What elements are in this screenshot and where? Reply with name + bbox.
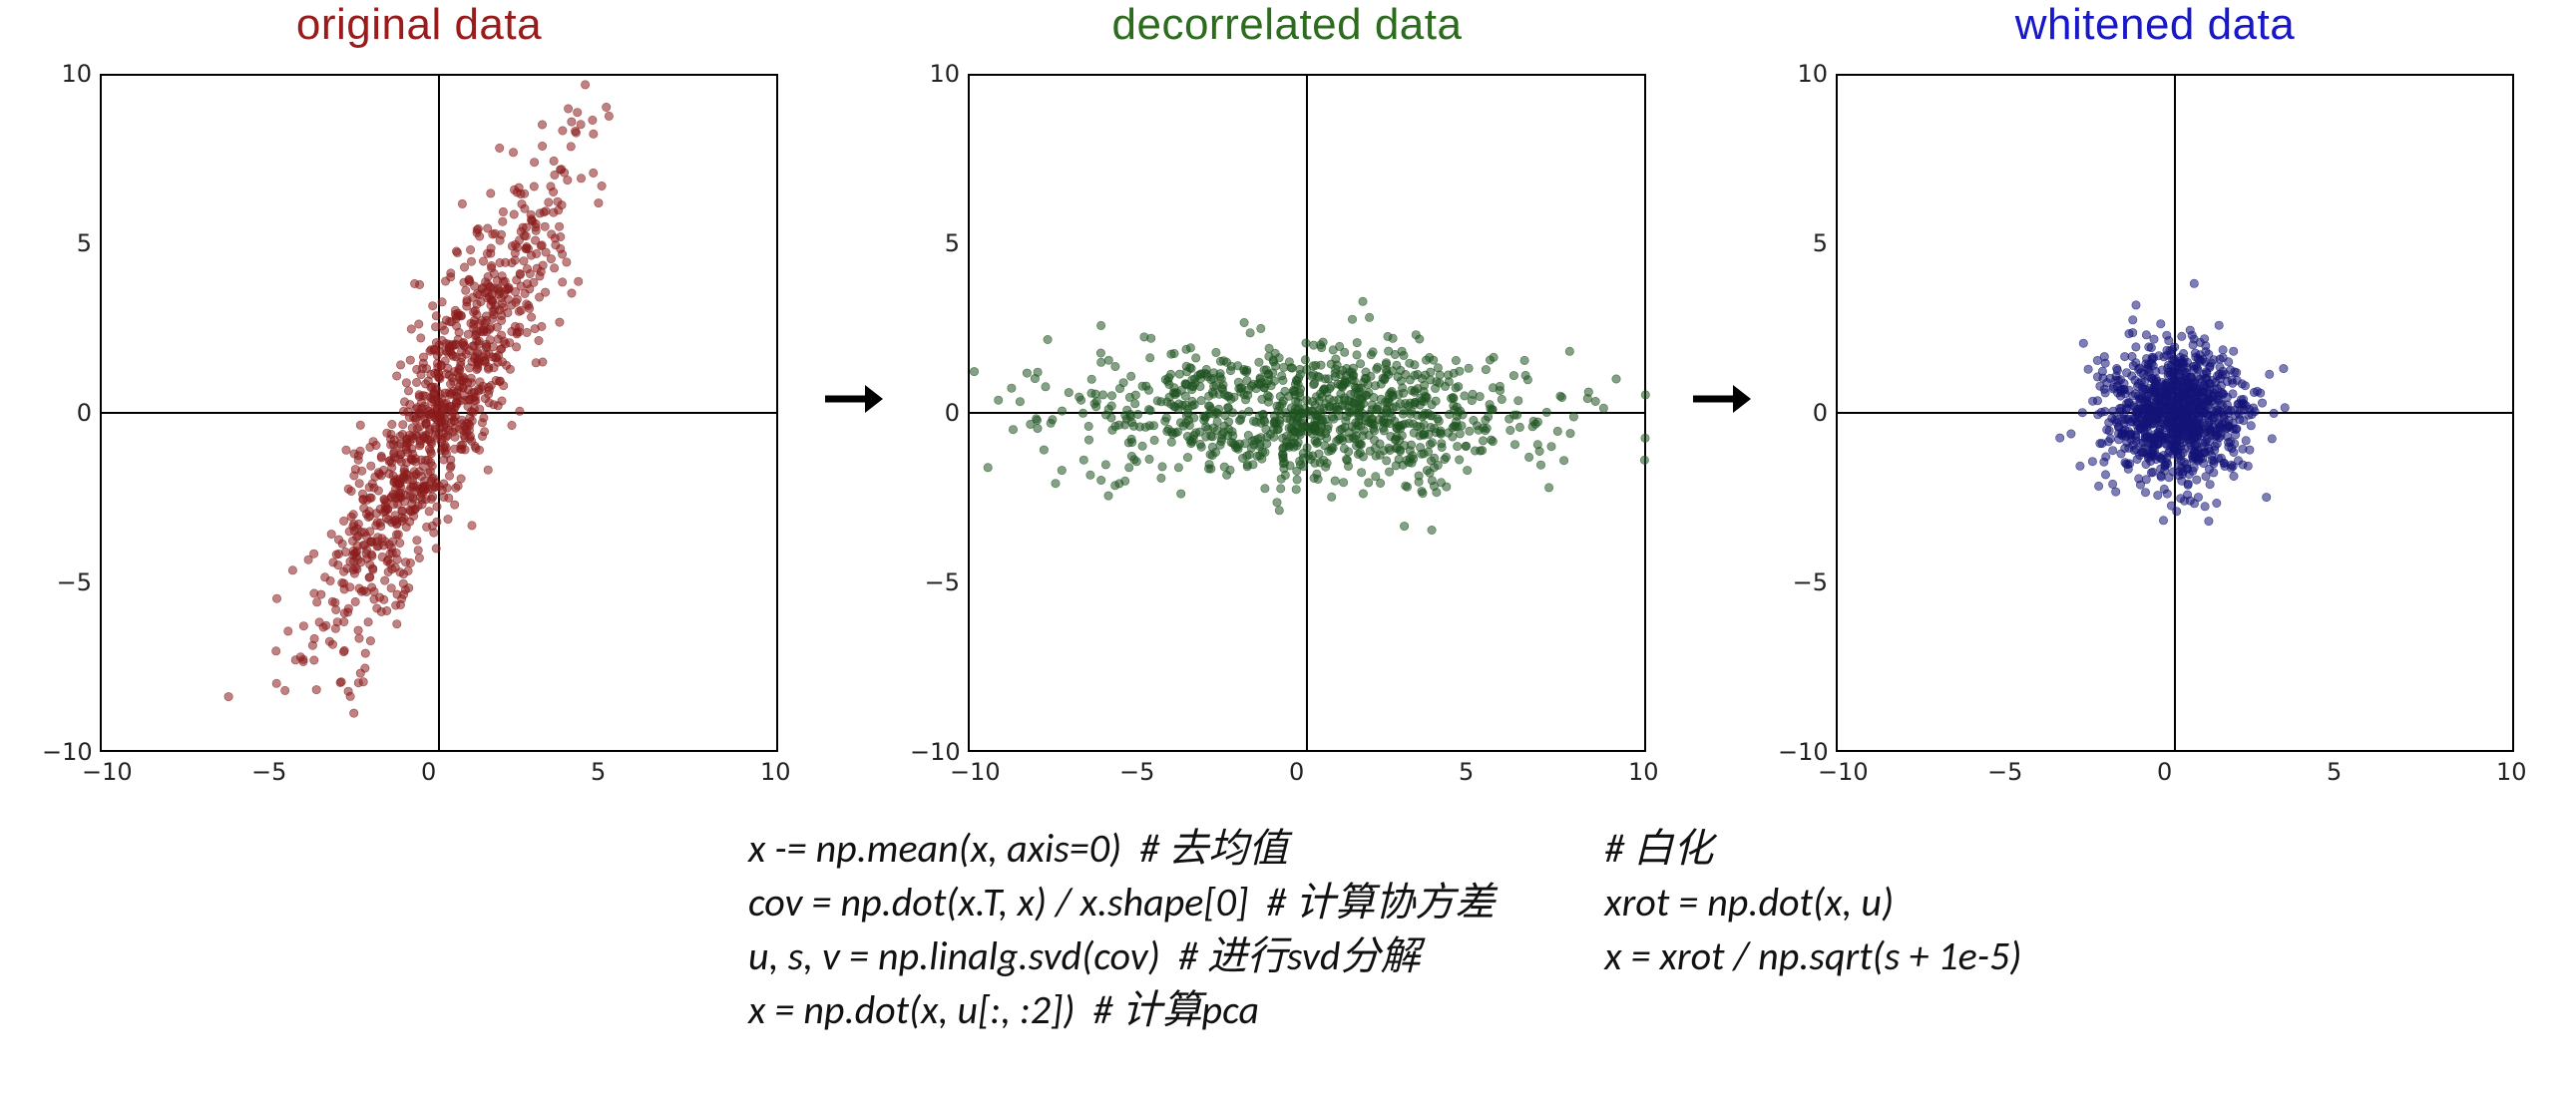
- scatter-decorrelated: −10−50510−10−50510: [898, 54, 1676, 802]
- scatter-points: [30, 54, 808, 802]
- scatter-original: −10−50510−10−50510: [30, 54, 808, 802]
- scatter-whitened: −10−50510−10−50510: [1766, 54, 2544, 802]
- code-row: x -= np.mean(x, axis=0) # 去均值 cov = np.d…: [0, 802, 2576, 1037]
- plot-title-original: original data: [296, 0, 542, 50]
- plot-title-decorrelated: decorrelated data: [1112, 0, 1463, 50]
- code-whiten: # 白化 xrot = np.dot(x, u) x = xrot / np.s…: [1604, 822, 2021, 1037]
- scatter-points: [898, 54, 1676, 802]
- plot-title-whitened: whitened data: [2015, 0, 2296, 50]
- plot-original: original data −10−50510−10−50510: [30, 0, 808, 802]
- plot-whitened: whitened data −10−50510−10−50510: [1766, 0, 2544, 802]
- plot-decorrelated: decorrelated data −10−50510−10−50510: [898, 0, 1676, 802]
- arrow-icon: [1676, 0, 1766, 698]
- scatter-points: [1766, 54, 2544, 802]
- plots-row: original data −10−50510−10−50510 decorre…: [0, 0, 2576, 802]
- code-pca: x -= np.mean(x, axis=0) # 去均值 cov = np.d…: [748, 822, 1495, 1037]
- arrow-icon: [808, 0, 898, 698]
